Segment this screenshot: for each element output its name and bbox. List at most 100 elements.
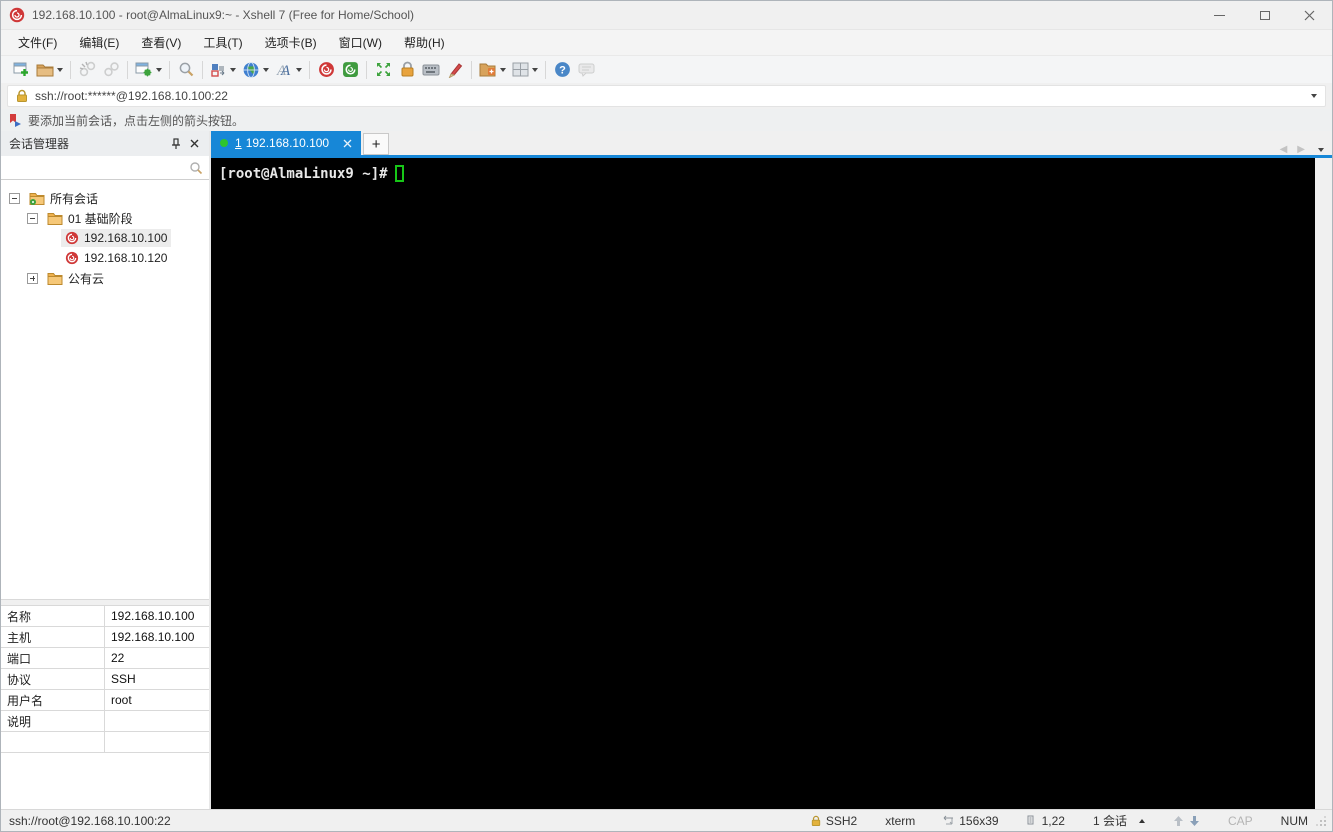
property-value[interactable]: 22	[105, 648, 209, 668]
status-caps-lock: CAP	[1214, 814, 1267, 828]
tab-close-icon	[343, 139, 352, 147]
status-scroll-buttons[interactable]	[1159, 815, 1214, 827]
main-area: 会话管理器 所有会话 01 基础阶段 192.168.10.100 192.16…	[1, 131, 1332, 809]
maximize-button[interactable]	[1242, 1, 1287, 29]
status-session-count[interactable]: 1 会话	[1079, 812, 1159, 829]
tab-scroll-left-icon[interactable]: ◀	[1280, 144, 1288, 155]
find-button[interactable]	[174, 58, 198, 82]
cursor-pos-icon	[1027, 815, 1034, 825]
new-tab-plus: +	[371, 135, 381, 153]
shell-prompt: [root@AlmaLinux9 ~]#	[219, 165, 388, 182]
property-label: 端口	[1, 648, 105, 668]
resize-grip[interactable]	[1316, 816, 1326, 826]
tab-list-dropdown-caret[interactable]	[1318, 147, 1324, 152]
xftp-launch-button[interactable]	[338, 58, 362, 82]
menu-item-2[interactable]: 编辑(E)	[68, 30, 130, 56]
tree-item--[interactable]: 公有云	[1, 268, 209, 288]
property-value[interactable]: SSH	[105, 669, 209, 689]
fullscreen-icon	[376, 63, 390, 76]
new-folder-button[interactable]	[476, 58, 509, 82]
address-bar: ssh://root:******@192.168.10.100:22	[1, 83, 1332, 109]
status-terminal-size: 156x39	[929, 814, 1012, 828]
menu-item-6[interactable]: 窗口(W)	[328, 30, 393, 56]
status-session-label: 1 会话	[1092, 814, 1127, 828]
tree-expander-icon[interactable]	[9, 192, 20, 204]
compose-pane-button[interactable]	[207, 58, 239, 82]
menu-item-1[interactable]: 文件(F)	[7, 30, 68, 56]
pin-panel-button[interactable]	[167, 135, 185, 153]
scroll-up-icon	[1173, 815, 1183, 826]
menu-item-7[interactable]: 帮助(H)	[393, 30, 456, 56]
property-row-2: 主机 192.168.10.100	[1, 627, 209, 648]
new-tab-button[interactable]: +	[363, 133, 390, 155]
menu-item-5[interactable]: 选项卡(B)	[254, 30, 328, 56]
tree-item-192.168.10.100[interactable]: 192.168.10.100	[1, 228, 209, 248]
menu-item-3[interactable]: 查看(V)	[130, 30, 192, 56]
encoding-globe-icon	[243, 61, 259, 78]
tab-scroll-right-icon[interactable]: ▶	[1297, 144, 1305, 155]
open-session-button[interactable]	[33, 58, 66, 82]
encoding-button[interactable]	[239, 58, 272, 82]
tree-item-label: 所有会话	[50, 191, 99, 206]
font-button[interactable]: A A	[272, 58, 305, 82]
search-icon	[190, 161, 203, 174]
status-protocol-label: SSH2	[825, 813, 858, 828]
tree-item--[interactable]: 所有会话	[1, 188, 209, 208]
xshell-launch-button[interactable]	[314, 58, 338, 82]
virtual-keyboard-button[interactable]	[419, 58, 443, 82]
minimize-button[interactable]	[1197, 1, 1242, 29]
tree-item-label: 01 基础阶段	[68, 211, 133, 226]
session-search-input[interactable]	[7, 160, 189, 175]
help-button[interactable]: ?	[550, 58, 574, 82]
tree-item-01-[interactable]: 01 基础阶段	[1, 208, 209, 228]
menu-bar: 文件(F) 编辑(E) 查看(V) 工具(T) 选项卡(B) 窗口(W) 帮助(H)	[1, 29, 1332, 55]
caps-lock-label: CAP	[1227, 813, 1253, 828]
tree-item-label: 公有云	[68, 271, 105, 286]
fullscreen-button[interactable]	[371, 58, 395, 82]
address-lock-icon	[17, 89, 27, 102]
property-value[interactable]: 192.168.10.100	[105, 606, 209, 626]
tree-expander-icon[interactable]	[27, 212, 38, 224]
highlight-button[interactable]	[443, 58, 467, 82]
svg-text:A: A	[280, 63, 291, 78]
tree-expander-icon[interactable]	[27, 272, 38, 284]
property-value[interactable]: 192.168.10.100	[105, 627, 209, 647]
session-properties-button[interactable]	[132, 58, 165, 82]
property-value[interactable]: root	[105, 690, 209, 710]
session-tree: 所有会话 01 基础阶段 192.168.10.100 192.168.10.120 公…	[1, 180, 209, 288]
status-size-label: 156x39	[959, 813, 999, 828]
window-title: 192.168.10.100 - root@AlmaLinux9:~ - Xsh…	[32, 8, 415, 22]
address-dropdown-caret[interactable]	[1311, 94, 1317, 98]
xshell-window: 192.168.10.100 - root@AlmaLinux9:~ - Xsh…	[0, 0, 1333, 832]
session-properties-table: 名称 192.168.10.100 主机 192.168.10.100 端口 22 协议 SS…	[1, 606, 209, 753]
tree-item-192.168.10.120[interactable]: 192.168.10.120	[1, 248, 209, 268]
toolbar-separator	[309, 60, 310, 79]
encoding-dropdown-caret	[263, 67, 269, 72]
tab-close-button[interactable]	[343, 139, 352, 148]
property-value[interactable]	[105, 732, 209, 752]
address-field[interactable]: ssh://root:******@192.168.10.100:22	[7, 85, 1326, 107]
tree-item-label: 192.168.10.120	[84, 251, 168, 265]
terminal-scrollbar[interactable]	[1315, 158, 1332, 809]
tab-label: 192.168.10.100	[245, 136, 330, 150]
properties-dropdown-caret	[156, 67, 162, 72]
property-row-4: 协议 SSH	[1, 669, 209, 690]
connected-status-dot	[220, 139, 228, 147]
menu-item-4[interactable]: 工具(T)	[192, 30, 253, 56]
session-properties-icon	[135, 62, 152, 77]
close-icon	[1304, 10, 1315, 20]
terminal-screen[interactable]: [root@AlmaLinux9 ~]#	[211, 158, 1315, 809]
status-term-label: xterm	[885, 813, 916, 828]
new-session-button[interactable]	[9, 58, 33, 82]
close-button[interactable]	[1287, 1, 1332, 29]
property-value[interactable]	[105, 711, 209, 731]
close-panel-button[interactable]	[185, 135, 203, 153]
session-search-box[interactable]	[1, 156, 209, 180]
reconnect-icon	[103, 62, 119, 77]
xshell-app-icon	[9, 7, 25, 23]
tab-session-192-168-10-100[interactable]: 1 192.168.10.100	[211, 131, 362, 155]
lock-screen-button[interactable]	[395, 58, 419, 82]
panel-splitter[interactable]	[1, 599, 209, 606]
disconnect-icon	[79, 61, 95, 77]
session-manager-header: 会话管理器	[1, 131, 209, 156]
